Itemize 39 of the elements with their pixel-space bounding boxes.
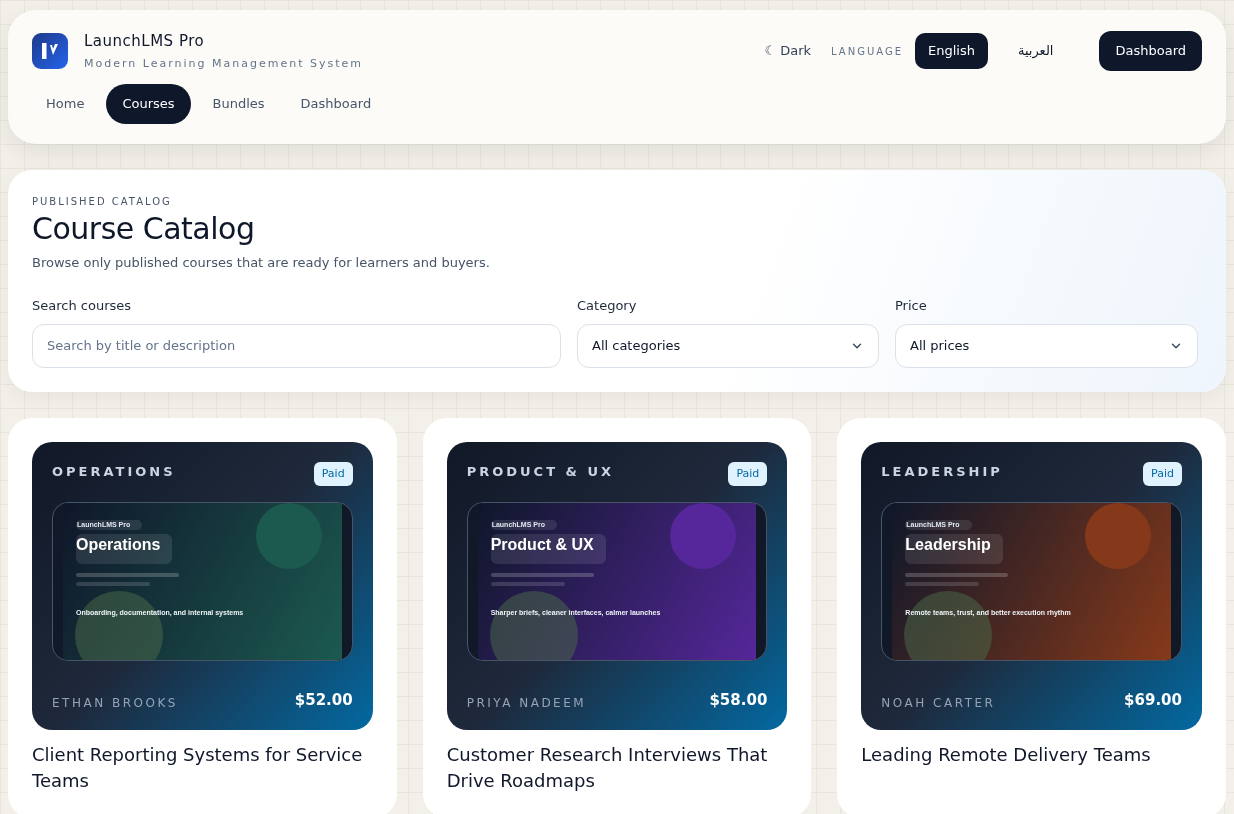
language-label: LANGUAGE <box>831 44 903 59</box>
course-title[interactable]: Customer Research Interviews That Drive Roadmaps <box>446 741 788 794</box>
preview-title: Leadership <box>905 534 1003 564</box>
nav-tab[interactable]: Home <box>32 84 99 124</box>
course-price: $52.00 <box>294 690 353 711</box>
course-title[interactable]: Leading Remote Delivery Teams <box>861 741 1202 768</box>
price-type-badge: Paid <box>313 461 353 486</box>
instructor-name: PRIYA NADEEM <box>466 694 587 712</box>
nav-tab[interactable]: Dashboard <box>286 84 386 124</box>
course-price: $69.00 <box>1124 690 1182 711</box>
course-category: PRODUCT & UX <box>466 462 614 481</box>
language-option[interactable]: العربية <box>999 33 1072 69</box>
brand-tagline: Modern Learning Management System <box>84 55 363 72</box>
logo-icon <box>32 33 68 69</box>
course-price: $58.00 <box>709 690 768 711</box>
catalog-eyebrow: PUBLISHED CATALOG <box>32 194 173 209</box>
nav-tab[interactable]: Courses <box>106 84 191 124</box>
course-category: OPERATIONS <box>52 462 176 481</box>
catalog-subtitle: Browse only published courses that are ready for learners and buyers. <box>32 253 491 272</box>
theme-toggle[interactable]: ☾ Dark <box>756 41 820 61</box>
select-dropdown[interactable]: All prices <box>895 323 1198 368</box>
dashboard-button[interactable]: Dashboard <box>1099 31 1202 71</box>
course-title[interactable]: Client Reporting Systems for Service Teams <box>32 741 373 794</box>
price-type-badge: Paid <box>728 461 768 486</box>
brand-name: LaunchLMS Pro <box>84 31 206 52</box>
course-category: LEADERSHIP <box>881 462 1003 481</box>
catalog-title: Course Catalog <box>32 209 256 248</box>
filter-label: Price <box>895 297 928 315</box>
nav-tab[interactable]: Bundles <box>198 84 279 124</box>
preview-title: Operations <box>76 534 173 564</box>
search-field[interactable]: Search by title or description <box>32 323 561 368</box>
preview-title: Product & UX <box>490 534 606 564</box>
language-option[interactable]: English <box>915 33 988 69</box>
filter-label: Category <box>577 297 638 315</box>
filter-label: Search courses <box>32 297 133 315</box>
instructor-name: ETHAN BROOKS <box>52 694 178 712</box>
select-dropdown[interactable]: All categories <box>577 323 879 368</box>
instructor-name: NOAH CARTER <box>881 694 996 712</box>
price-type-badge: Paid <box>1143 461 1182 486</box>
